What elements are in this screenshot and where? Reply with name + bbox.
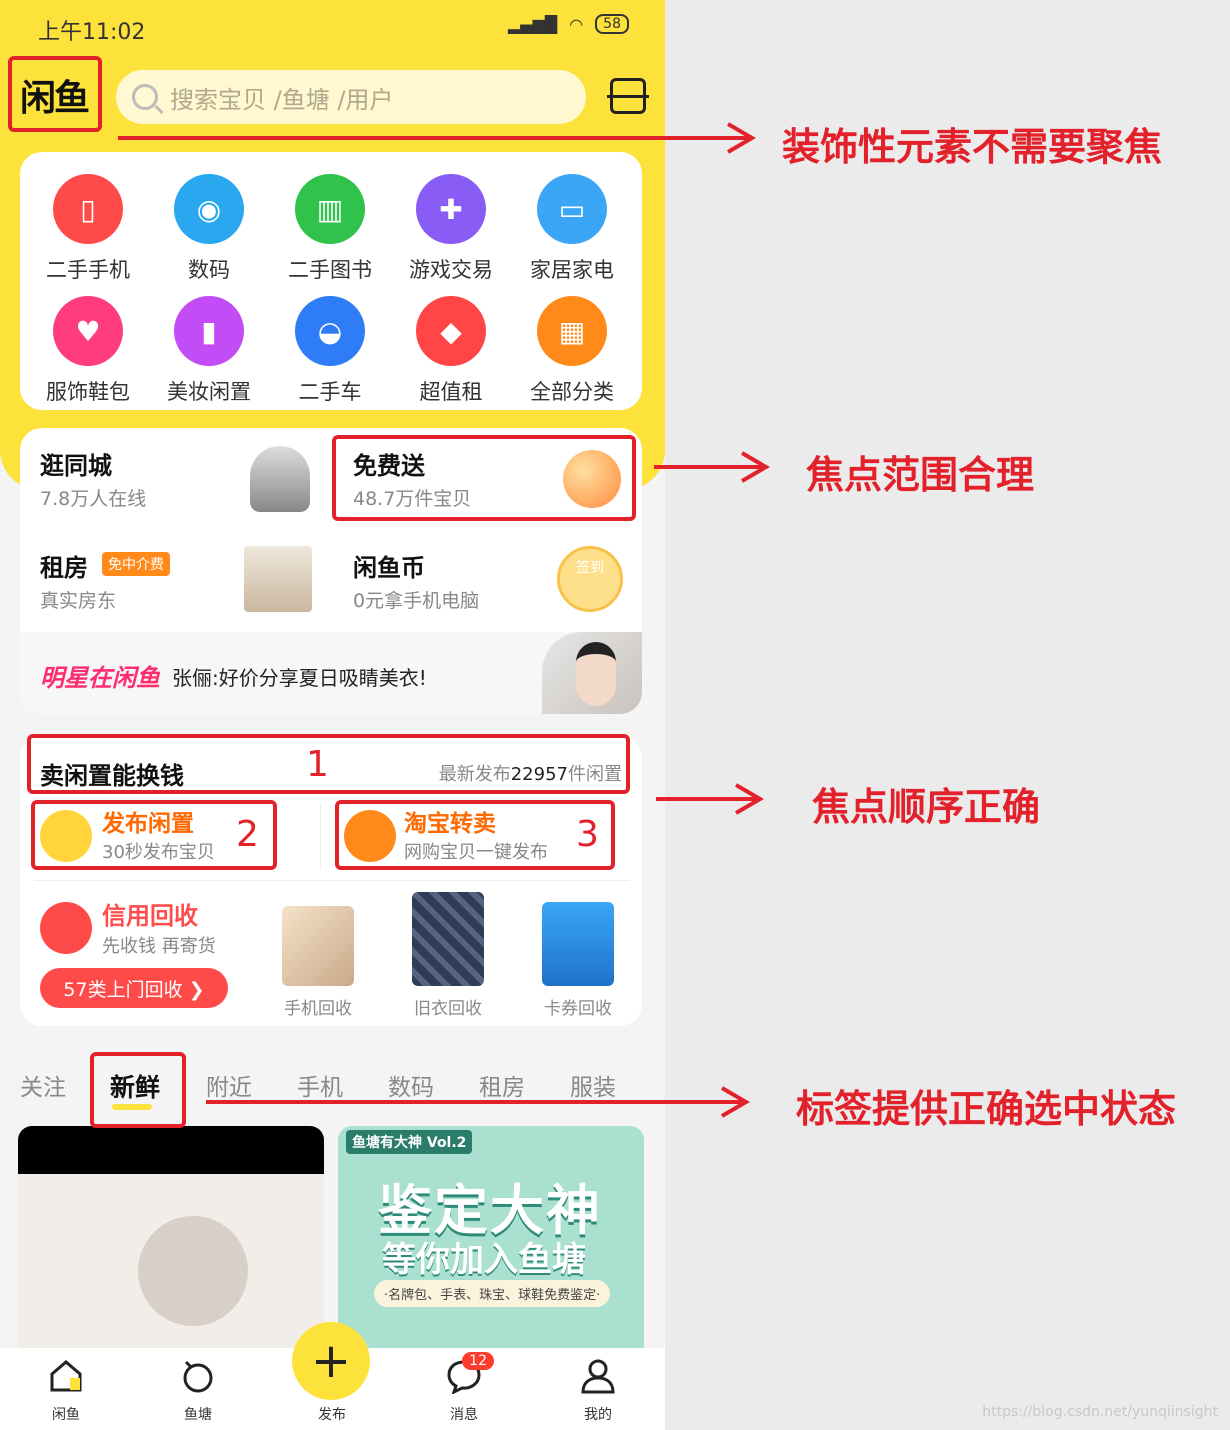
annotation-focus-order: 焦点顺序正确 (812, 785, 1041, 829)
annotation-arrows (118, 122, 770, 1118)
annotation-focus-range: 焦点范围合理 (806, 453, 1035, 497)
annotation-decorative: 装饰性元素不需要聚焦 (782, 125, 1163, 169)
watermark: https://blog.csdn.net/yunqiinsight (982, 1404, 1218, 1420)
annotation-selected-state: 标签提供正确选中状态 (796, 1087, 1177, 1131)
